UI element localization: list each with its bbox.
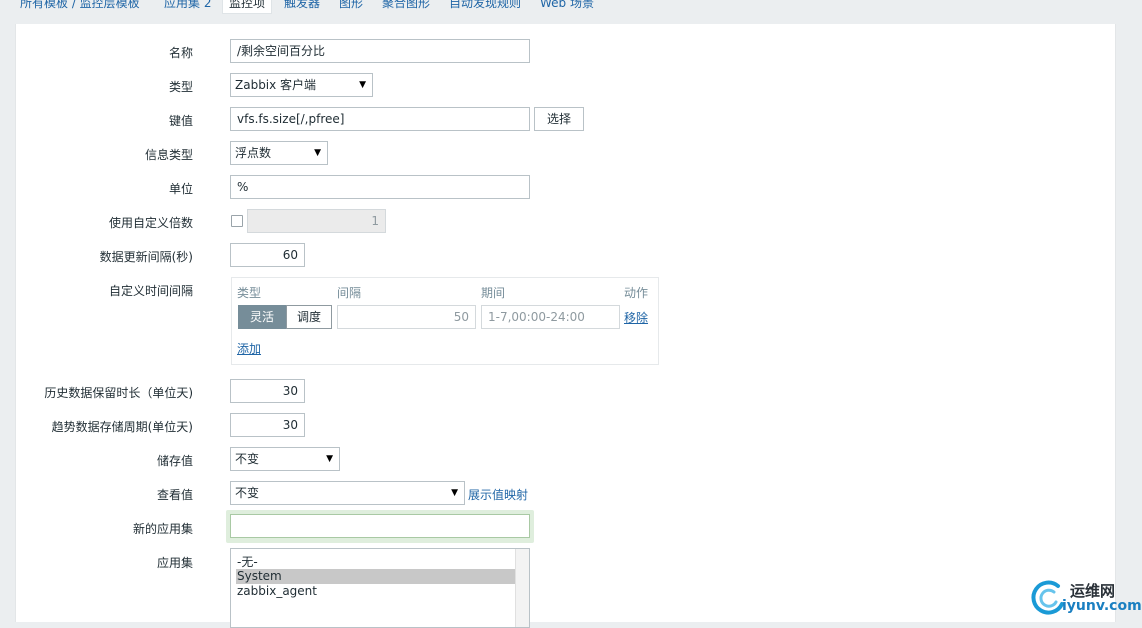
chevron-down-icon: ▼ xyxy=(359,80,366,90)
list-item[interactable]: System xyxy=(236,569,515,584)
key-input[interactable]: vfs.fs.size[/,pfree] xyxy=(230,107,530,131)
scheduling-toggle[interactable]: 调度 xyxy=(286,305,332,329)
col-header-period: 期间 xyxy=(481,286,506,300)
tab-web-scenarios[interactable]: Web 场景 xyxy=(540,0,594,14)
store-value-select[interactable]: 不变 ▼ xyxy=(230,447,340,471)
history-input[interactable]: 30 xyxy=(230,379,305,403)
flexible-toggle[interactable]: 灵活 xyxy=(238,305,286,329)
tab-bar: 所有模板 / 监控层模板 应用集 2 监控项 触发器 图形 聚合图形 自动发现规… xyxy=(0,0,1142,14)
chevron-down-icon: ▼ xyxy=(326,454,333,464)
info-type-select[interactable]: 浮点数 ▼ xyxy=(230,141,328,165)
trends-label: 趋势数据存储周期(单位天) xyxy=(51,420,193,434)
chevron-down-icon: ▼ xyxy=(314,148,321,158)
multiplier-input: 1 xyxy=(247,209,386,233)
tab-applications[interactable]: 应用集 2 xyxy=(164,0,211,14)
name-label: 名称 xyxy=(168,46,193,60)
remove-interval-link[interactable]: 移除 xyxy=(624,309,648,326)
list-item[interactable]: -无- xyxy=(236,555,515,570)
update-interval-label: 数据更新间隔(秒) xyxy=(99,250,193,264)
tab-discovery-rules[interactable]: 自动发现规则 xyxy=(449,0,521,14)
key-label: 键值 xyxy=(168,114,193,128)
custom-intervals-label: 自定义时间间隔 xyxy=(108,284,193,298)
watermark-text-url: iyunv.com xyxy=(1062,598,1142,614)
update-interval-input[interactable]: 60 xyxy=(230,243,305,267)
name-input[interactable]: /剩余空间百分比 xyxy=(230,39,530,63)
units-input[interactable]: % xyxy=(230,175,530,199)
tab-breadcrumb[interactable]: 所有模板 / 监控层模板 xyxy=(20,0,140,14)
applications-label: 应用集 xyxy=(156,556,193,570)
applications-listbox[interactable]: -无- System zabbix_agent xyxy=(230,548,530,628)
show-value-select-value: 不变 xyxy=(235,486,260,500)
info-type-select-value: 浮点数 xyxy=(235,146,272,160)
type-select[interactable]: Zabbix 客户端 ▼ xyxy=(230,73,373,97)
tab-items[interactable]: 监控项 xyxy=(222,0,273,14)
col-header-type: 类型 xyxy=(237,286,262,300)
tab-screens[interactable]: 聚合图形 xyxy=(382,0,430,14)
tab-graphs[interactable]: 图形 xyxy=(339,0,363,14)
type-select-value: Zabbix 客户端 xyxy=(235,78,317,92)
store-value-select-value: 不变 xyxy=(235,452,260,466)
period-input[interactable]: 1-7,00:00-24:00 xyxy=(481,305,620,329)
item-form-panel: 名称 /剩余空间百分比 类型 Zabbix 客户端 ▼ 键值 vfs.fs.si… xyxy=(15,24,1116,628)
interval-input[interactable]: 50 xyxy=(337,305,476,329)
show-value-label: 查看值 xyxy=(156,488,193,502)
new-application-label: 新的应用集 xyxy=(132,522,193,536)
info-type-label: 信息类型 xyxy=(144,148,193,162)
listbox-scrollbar[interactable] xyxy=(515,549,529,627)
value-mapping-link[interactable]: 展示值映射 xyxy=(468,486,528,503)
chevron-down-icon: ▼ xyxy=(451,488,458,498)
new-application-input[interactable] xyxy=(230,514,530,538)
store-value-label: 储存值 xyxy=(156,454,193,468)
history-label: 历史数据保留时长（单位天) xyxy=(44,386,193,400)
trends-input[interactable]: 30 xyxy=(230,413,305,437)
col-header-interval: 间隔 xyxy=(337,286,362,300)
key-select-button[interactable]: 选择 xyxy=(534,107,584,131)
col-header-action: 动作 xyxy=(624,286,649,300)
show-value-select[interactable]: 不变 ▼ xyxy=(230,481,465,505)
watermark: 运维网 iyunv.com xyxy=(1028,578,1142,618)
list-item[interactable]: zabbix_agent xyxy=(236,584,515,599)
tab-triggers[interactable]: 触发器 xyxy=(284,0,320,14)
multiplier-checkbox[interactable] xyxy=(231,215,243,227)
add-interval-link[interactable]: 添加 xyxy=(237,340,261,357)
type-label: 类型 xyxy=(168,80,193,94)
custom-intervals-table: 类型 间隔 期间 动作 灵活 调度 50 1-7,00:00-24:00 移除 … xyxy=(231,277,659,365)
units-label: 单位 xyxy=(168,182,193,196)
multiplier-label: 使用自定义倍数 xyxy=(108,216,193,230)
